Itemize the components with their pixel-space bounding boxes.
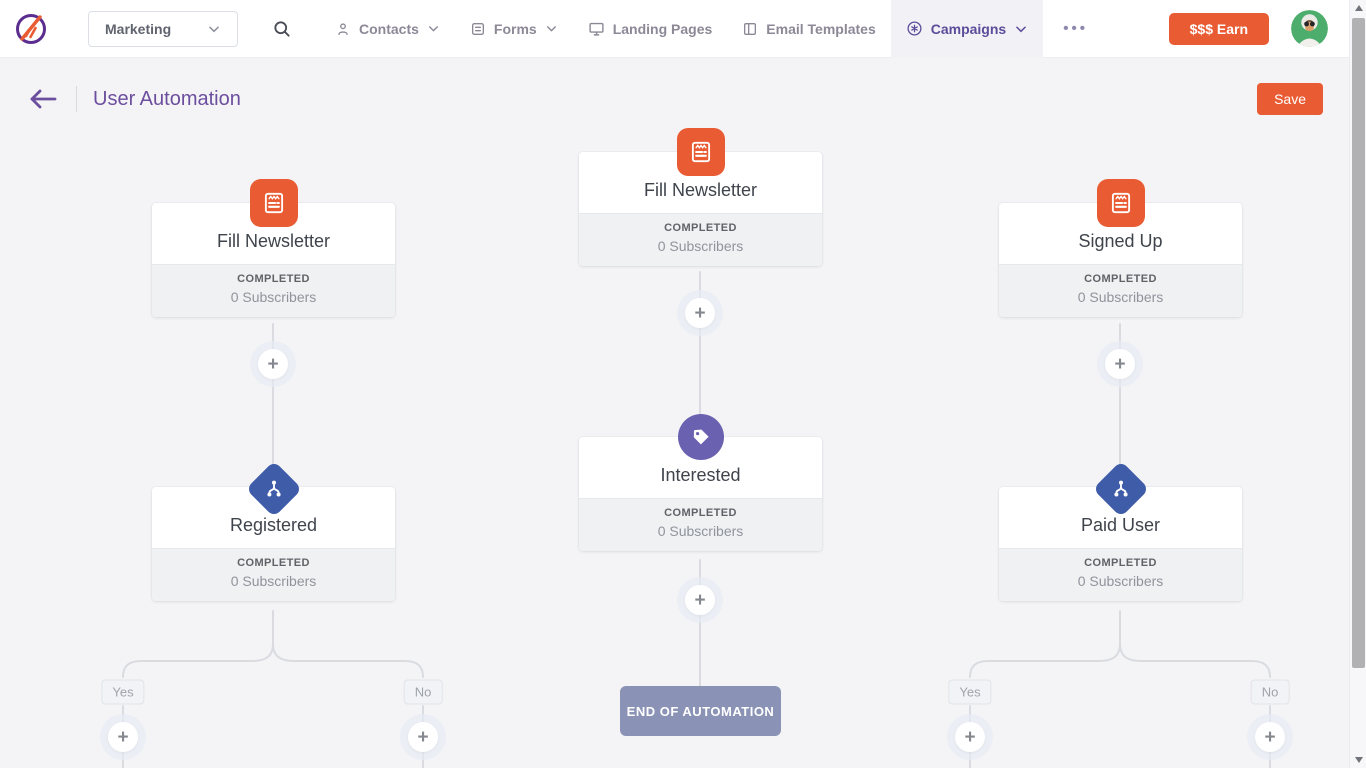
workspace-label: Marketing	[105, 21, 171, 37]
node-status: COMPLETED	[999, 557, 1242, 569]
trigger-node-fill-newsletter[interactable]: Fill Newsletter COMPLETED 0 Subscribers	[152, 203, 395, 317]
node-footer: COMPLETED 0 Subscribers	[999, 548, 1242, 601]
add-step-button[interactable]: +	[685, 298, 715, 328]
nav-item-label: Contacts	[359, 21, 419, 37]
branch-no-label: No	[404, 680, 443, 705]
scroll-down-arrow[interactable]	[1350, 752, 1366, 768]
node-status: COMPLETED	[152, 557, 395, 569]
campaigns-asterisk-icon	[906, 20, 923, 37]
navbar-right: $$$ Earn	[1169, 10, 1328, 47]
top-navbar: Marketing Contacts Forms Landing Pages	[0, 0, 1349, 58]
add-step-button[interactable]: +	[258, 349, 288, 379]
monitor-icon	[588, 20, 605, 37]
nav-item-label: Landing Pages	[613, 21, 713, 37]
save-button[interactable]: Save	[1257, 83, 1323, 115]
node-footer: COMPLETED 0 Subscribers	[152, 548, 395, 601]
form-icon	[470, 21, 486, 37]
add-step-button[interactable]: +	[1255, 722, 1285, 752]
branch-yes-label: Yes	[101, 680, 144, 705]
search-button[interactable]	[266, 13, 298, 45]
nav-item-landing-pages[interactable]: Landing Pages	[573, 0, 728, 58]
node-footer: COMPLETED 0 Subscribers	[579, 498, 822, 551]
node-subscriber-count: 0 Subscribers	[999, 573, 1242, 589]
node-footer: COMPLETED 0 Subscribers	[999, 264, 1242, 317]
app-root: Marketing Contacts Forms Landing Pages	[0, 0, 1366, 768]
header-divider	[76, 86, 77, 112]
chevron-down-icon	[207, 22, 221, 36]
nav-item-label: Email Templates	[766, 21, 875, 37]
primary-nav: Contacts Forms Landing Pages Email Templ…	[320, 0, 1043, 58]
page-title: User Automation	[93, 88, 241, 111]
scrollbar-thumb[interactable]	[1352, 18, 1365, 668]
node-subscriber-count: 0 Subscribers	[999, 289, 1242, 305]
nav-item-campaigns[interactable]: Campaigns	[891, 0, 1043, 58]
newsletter-icon	[1097, 179, 1145, 227]
node-status: COMPLETED	[999, 273, 1242, 285]
node-footer: COMPLETED 0 Subscribers	[152, 264, 395, 317]
add-step-button[interactable]: +	[408, 722, 438, 752]
scroll-up-arrow[interactable]	[1350, 0, 1366, 16]
add-step-button[interactable]: +	[685, 585, 715, 615]
add-step-button[interactable]: +	[1105, 349, 1135, 379]
earn-button[interactable]: $$$ Earn	[1169, 13, 1269, 45]
more-menu-button[interactable]: •••	[1055, 16, 1096, 41]
trigger-node-fill-newsletter[interactable]: Fill Newsletter COMPLETED 0 Subscribers	[579, 152, 822, 266]
arrow-left-icon	[28, 88, 58, 110]
page-header: User Automation Save	[0, 58, 1349, 140]
node-status: COMPLETED	[579, 507, 822, 519]
node-subscriber-count: 0 Subscribers	[579, 523, 822, 539]
workspace-dropdown[interactable]: Marketing	[88, 11, 238, 47]
add-step-button[interactable]: +	[955, 722, 985, 752]
person-icon	[335, 21, 351, 37]
chevron-down-icon	[545, 22, 558, 35]
chevron-down-icon	[1014, 22, 1028, 36]
avatar[interactable]	[1291, 10, 1328, 47]
node-footer: COMPLETED 0 Subscribers	[579, 213, 822, 266]
template-icon	[742, 21, 758, 37]
add-step-button[interactable]: +	[108, 722, 138, 752]
chevron-down-icon	[427, 22, 440, 35]
action-node-interested[interactable]: Interested COMPLETED 0 Subscribers	[579, 437, 822, 551]
node-subscriber-count: 0 Subscribers	[152, 573, 395, 589]
condition-node-paid-user[interactable]: Paid User COMPLETED 0 Subscribers	[999, 487, 1242, 601]
trigger-node-signed-up[interactable]: Signed Up COMPLETED 0 Subscribers	[999, 203, 1242, 317]
nav-item-contacts[interactable]: Contacts	[320, 0, 455, 58]
tag-icon	[678, 414, 724, 460]
search-icon	[272, 19, 292, 39]
node-status: COMPLETED	[579, 222, 822, 234]
condition-node-registered[interactable]: Registered COMPLETED 0 Subscribers	[152, 487, 395, 601]
newsletter-icon	[250, 179, 298, 227]
nav-item-label: Forms	[494, 21, 537, 37]
back-button[interactable]	[26, 86, 60, 112]
nav-item-forms[interactable]: Forms	[455, 0, 573, 58]
node-subscriber-count: 0 Subscribers	[152, 289, 395, 305]
vertical-scrollbar[interactable]	[1349, 0, 1366, 768]
nav-item-label: Campaigns	[931, 21, 1006, 37]
branch-yes-label: Yes	[948, 680, 991, 705]
fluentcrm-logo[interactable]	[12, 10, 50, 48]
branch-no-label: No	[1251, 680, 1290, 705]
node-status: COMPLETED	[152, 273, 395, 285]
node-subscriber-count: 0 Subscribers	[579, 238, 822, 254]
end-of-automation-badge: END OF AUTOMATION	[620, 686, 781, 736]
nav-item-email-templates[interactable]: Email Templates	[727, 0, 890, 58]
